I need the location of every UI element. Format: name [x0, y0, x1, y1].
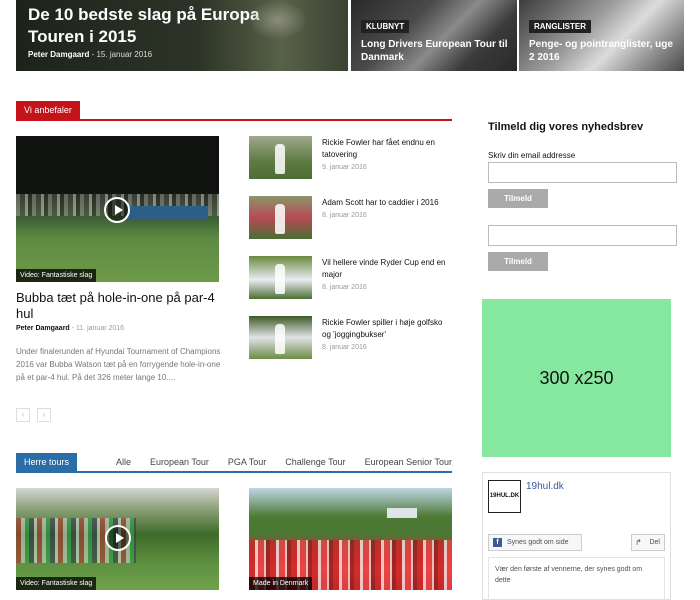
- section-rule: [16, 471, 452, 473]
- pager-prev-button[interactable]: ‹: [16, 408, 30, 422]
- share-button[interactable]: ↱ Del: [631, 534, 665, 551]
- list-item-date: 8. januar 2016: [322, 284, 367, 291]
- featured-author[interactable]: Peter Damgaard: [16, 325, 70, 332]
- section-title: Herre tours: [16, 453, 78, 471]
- facebook-icon: f: [493, 538, 502, 547]
- section-header-recommend: Vi anbefaler: [16, 101, 452, 121]
- list-thumbnail[interactable]: [249, 316, 312, 359]
- list-item[interactable]: Rickie Fowler har fået endnu en tatoveri…: [249, 136, 449, 181]
- video-label: Video: Fantastiske slag: [16, 269, 97, 282]
- play-icon[interactable]: [104, 197, 130, 223]
- section-header-tours: Herre tours Alle European Tour PGA Tour …: [16, 453, 452, 473]
- facebook-page-name[interactable]: 19hul.dk: [526, 481, 564, 492]
- like-label: Synes godt om side: [507, 539, 569, 546]
- video-label: Made in Denmark: [249, 577, 313, 590]
- page: De 10 bedste slag på Europa Touren i 201…: [0, 0, 700, 600]
- thumbnail-figure: [275, 264, 285, 294]
- hero-tile-title[interactable]: Penge- og pointranglister, uge 2 2016: [529, 38, 679, 64]
- second-subscribe-field[interactable]: [488, 225, 677, 246]
- like-page-button[interactable]: f Synes godt om side: [488, 534, 582, 551]
- list-item-title[interactable]: Vil hellere vinde Ryder Cup end en major: [322, 257, 452, 281]
- filter-european-senior-tour[interactable]: European Senior Tour: [365, 457, 452, 467]
- list-thumbnail[interactable]: [249, 136, 312, 179]
- list-item-date: 8. januar 2016: [322, 344, 367, 351]
- filter-pga-tour[interactable]: PGA Tour: [228, 457, 266, 467]
- section-rule: [16, 119, 452, 121]
- ad-placeholder[interactable]: 300 x250: [482, 299, 671, 457]
- hero-tile-ranglister[interactable]: RANGLISTER Penge- og pointranglister, ug…: [519, 0, 684, 71]
- featured-video[interactable]: Video: Fantastiske slag: [16, 136, 219, 282]
- share-label: Del: [649, 539, 660, 546]
- hero-main-date: 15. januar 2016: [96, 50, 153, 59]
- thumbnail-figure: [275, 144, 285, 174]
- pager-next-button[interactable]: ›: [37, 408, 51, 422]
- page-logo[interactable]: 19HUL.DK: [488, 480, 521, 513]
- hero-main-article[interactable]: De 10 bedste slag på Europa Touren i 201…: [16, 0, 348, 71]
- hero-tile-title[interactable]: Long Drivers European Tour til Danmark: [361, 38, 511, 64]
- hero-strip: De 10 bedste slag på Europa Touren i 201…: [16, 0, 684, 71]
- video-scene-tent: [387, 508, 417, 518]
- list-thumbnail[interactable]: [249, 196, 312, 239]
- featured-excerpt: Under finalerunden af Hyundai Tournament…: [16, 347, 221, 382]
- email-field[interactable]: [488, 162, 677, 183]
- list-thumbnail[interactable]: [249, 256, 312, 299]
- friends-like-text: Vær den første af vennerne, der synes go…: [488, 557, 665, 600]
- list-item-date: 9. januar 2016: [322, 164, 367, 171]
- section-title: Vi anbefaler: [16, 101, 80, 119]
- featured-title[interactable]: Bubba tæt på hole-in-one på par-4 hul: [16, 290, 221, 322]
- list-item-title[interactable]: Rickie Fowler spiller i høje golfsko og …: [322, 317, 452, 341]
- thumbnail-figure: [275, 324, 285, 354]
- play-icon[interactable]: [105, 525, 131, 551]
- filter-challenge-tour[interactable]: Challenge Tour: [285, 457, 345, 467]
- newsletter-title: Tilmeld dig vores nyhedsbrev: [488, 121, 644, 133]
- featured-meta: Peter Damgaard - 11. januar 2016: [16, 325, 124, 332]
- list-item-date: 8. januar 2016: [322, 212, 367, 219]
- list-item[interactable]: Vil hellere vinde Ryder Cup end en major…: [249, 256, 449, 301]
- video-label: Video: Fantastiske slag: [16, 577, 97, 590]
- thumbnail-figure: [275, 204, 285, 234]
- facebook-page-widget: 19HUL.DK 19hul.dk f Synes godt om side ↱…: [482, 472, 671, 600]
- filter-european-tour[interactable]: European Tour: [150, 457, 209, 467]
- featured-date: 11. januar 2016: [75, 325, 125, 332]
- video-scene-banner: [128, 206, 208, 220]
- category-badge[interactable]: RANGLISTER: [529, 20, 591, 33]
- hero-main-meta: Peter Damgaard - 15. januar 2016: [28, 50, 152, 59]
- category-badge[interactable]: KLUBNYT: [361, 20, 410, 33]
- ad-size-label: 300 x250: [539, 367, 614, 388]
- filter-all[interactable]: Alle: [116, 457, 131, 467]
- hero-main-title[interactable]: De 10 bedste slag på Europa Touren i 201…: [28, 4, 278, 48]
- list-item[interactable]: Rickie Fowler spiller i høje golfsko og …: [249, 316, 449, 361]
- share-icon: ↱: [635, 538, 642, 547]
- hero-main-author[interactable]: Peter Damgaard: [28, 50, 89, 59]
- tour-video[interactable]: Video: Fantastiske slag: [16, 488, 219, 590]
- list-item[interactable]: Adam Scott har to caddier i 2016 8. janu…: [249, 196, 449, 241]
- list-item-title[interactable]: Adam Scott har to caddier i 2016: [322, 197, 452, 209]
- email-label: Skriv din email addresse: [488, 151, 576, 160]
- subscribe-button[interactable]: Tilmeld: [488, 189, 548, 208]
- tour-filters: Alle European Tour PGA Tour Challenge To…: [97, 457, 452, 467]
- tour-article-image[interactable]: Made in Denmark: [249, 488, 452, 590]
- hero-tile-klubnyt[interactable]: KLUBNYT Long Drivers European Tour til D…: [351, 0, 517, 71]
- list-item-title[interactable]: Rickie Fowler har fået endnu en tatoveri…: [322, 137, 452, 161]
- second-subscribe-button[interactable]: Tilmeld: [488, 252, 548, 271]
